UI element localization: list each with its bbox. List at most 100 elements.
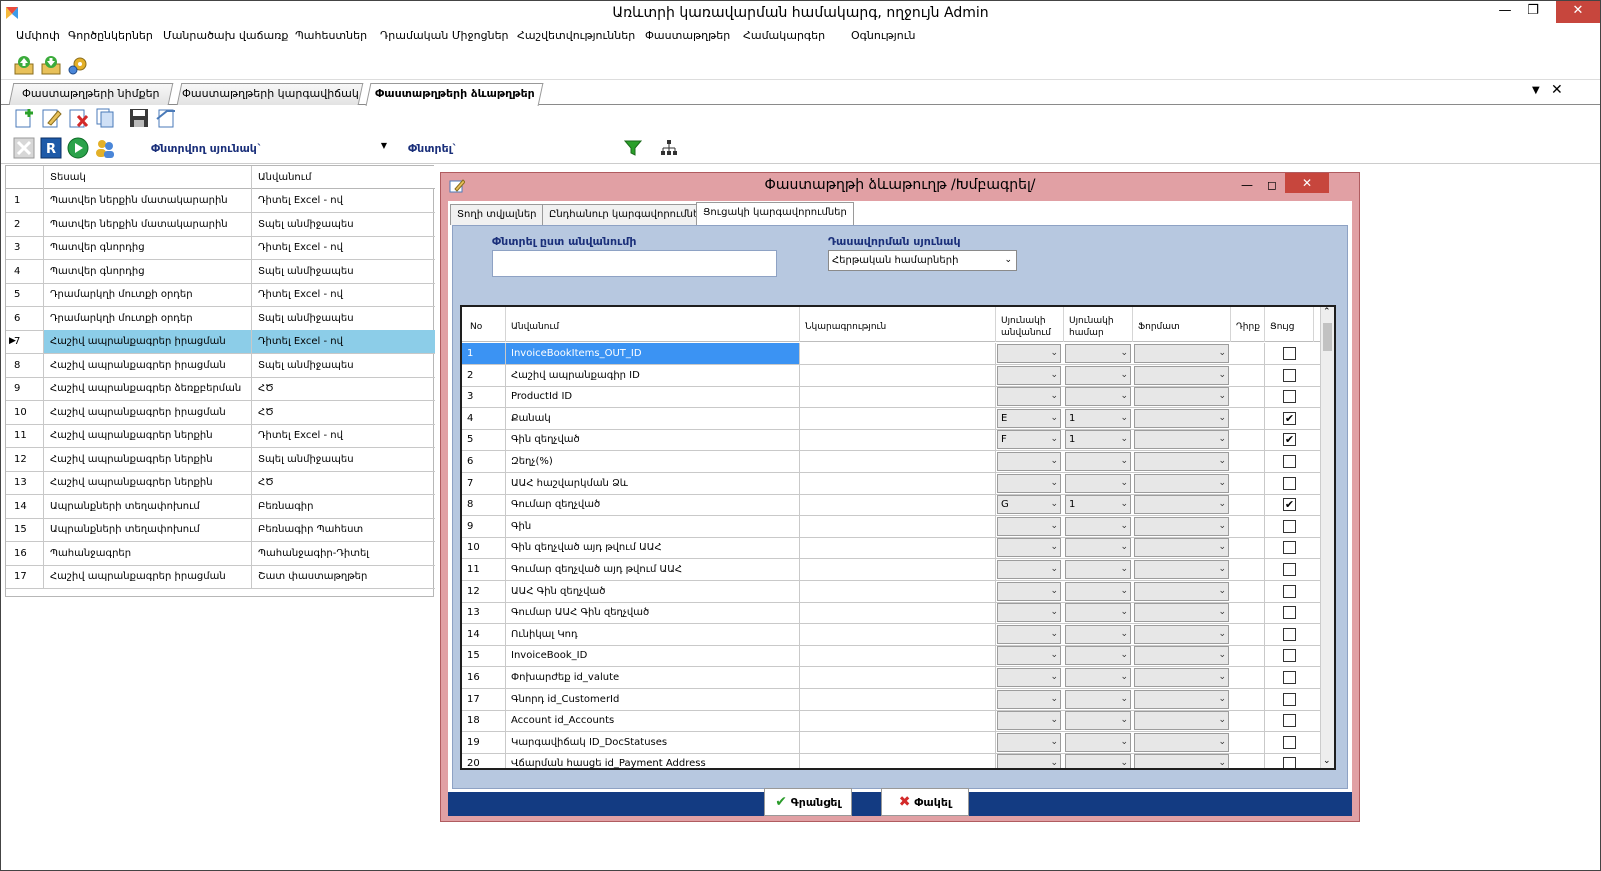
users-icon[interactable] [94,137,116,159]
header-no[interactable]: No [462,307,506,342]
format-combo[interactable]: ⌄ [1134,387,1229,407]
table-row[interactable]: 3 ProductId ID ⌄ ⌄ ⌄ [462,386,1334,409]
row-position[interactable] [1231,667,1265,688]
show-checkbox[interactable] [1283,627,1296,641]
format-combo[interactable]: ⌄ [1134,473,1229,493]
table-row[interactable]: 10 Հաշիվ ապրանքագրեր իրացման ՀԾ [6,400,435,425]
row-name[interactable]: ProductId ID [506,386,800,408]
row-position[interactable] [1231,580,1265,602]
column-name-combo[interactable]: ⌄ [997,516,1061,536]
sort-column-select[interactable]: Հերթական համարների ⌄ [828,250,1017,271]
column-number-combo[interactable]: ⌄ [1065,560,1131,579]
table-row[interactable]: 14 Ապրանքների տեղափոխում Բեռնագիր [6,494,435,519]
scroll-down-icon[interactable]: ⌄ [1323,756,1331,766]
row-name[interactable]: Գին զեղչված այդ թվում ԱԱՀ [506,537,800,559]
column-number-combo[interactable]: ⌄ [1065,689,1131,709]
column-number-combo[interactable]: ⌄ [1065,581,1131,601]
table-row[interactable]: 9 Հաշիվ ապրանքագրեր ձեռքբերման ՀԾ [6,377,435,401]
row-name[interactable]: InvoiceBookItems_OUT_ID [506,343,800,364]
column-number-combo[interactable]: ⌄ [1065,452,1131,471]
header-name[interactable]: Անվանում [506,307,800,342]
format-combo[interactable]: ⌄ [1134,711,1229,731]
table-row[interactable]: 4 Պատվեր գնորդից Տպել անմիջապես [6,259,435,284]
show-checkbox[interactable] [1283,692,1296,706]
format-combo[interactable]: ⌄ [1134,624,1229,644]
row-position[interactable] [1231,710,1265,732]
column-name-combo[interactable]: ⌄ [997,538,1061,558]
header-position[interactable]: Դիրք [1231,307,1265,342]
menu-item-summary[interactable]: Ամփոփ [16,29,60,42]
show-checkbox[interactable] [1283,735,1296,749]
row-position[interactable] [1231,559,1265,580]
row-name[interactable]: Գումար զեղչված այդ թվում ԱԱՀ [506,559,800,580]
tab-row-data[interactable]: Տողի տվյալներ [450,204,544,225]
column-name-combo[interactable]: ⌄ [997,711,1061,731]
row-position[interactable] [1231,386,1265,408]
tab-document-bases[interactable]: Փաստաթղթերի նիմքեր [8,83,174,105]
format-combo[interactable]: ⌄ [1134,689,1229,709]
row-description[interactable] [800,710,996,732]
edit-icon[interactable] [40,107,62,129]
row-name[interactable]: Գին [506,515,800,537]
table-row[interactable]: 11 Հաշիվ ապրանքագրեր ներքին Դիտել Excel - … [6,424,435,448]
format-combo[interactable]: ⌄ [1134,344,1229,363]
show-checkbox[interactable]: ✔ [1283,498,1296,512]
row-position[interactable] [1231,429,1265,451]
column-number-combo[interactable]: ⌄ [1065,387,1131,407]
row-name[interactable]: Վճարման հասցե id_Payment Address [506,753,800,768]
delete-icon[interactable] [67,107,89,129]
scroll-up-icon[interactable]: ⌃ [1323,307,1331,317]
row-position[interactable] [1231,731,1265,753]
column-number-combo[interactable]: ⌄ [1065,538,1131,558]
menu-item-cash[interactable]: Դրամական Միջոցներ [380,29,509,42]
row-name[interactable]: Գումար ԱԱՀ Գին զեղչված [506,602,800,624]
table-row[interactable]: 5 Գին զեղչված F ⌄ 1 ⌄ ⌄ ✔ [462,429,1334,452]
row-description[interactable] [800,753,996,768]
column-name-combo[interactable]: ⌄ [997,603,1061,623]
row-description[interactable] [800,731,996,753]
table-row[interactable]: 19 Կարգավիճակ ID_DocStatuses ⌄ ⌄ ⌄ [462,731,1334,754]
column-number-combo[interactable]: ⌄ [1065,624,1131,644]
row-description[interactable] [800,580,996,602]
format-combo[interactable]: ⌄ [1134,646,1229,666]
row-position[interactable] [1231,472,1265,494]
column-number-combo[interactable]: ⌄ [1065,516,1131,536]
format-combo[interactable]: ⌄ [1134,430,1229,450]
menu-item-retail[interactable]: Մանրածախ վաճառք [163,29,288,42]
row-name[interactable]: Զեղչ(%) [506,451,800,472]
clear-filter-icon[interactable] [13,137,35,159]
row-name[interactable]: Քանակ [506,407,800,429]
row-description[interactable] [800,407,996,429]
header-description[interactable]: Նկարագրություն [800,307,996,342]
column-number-combo[interactable]: ⌄ [1065,711,1131,731]
menu-item-documents[interactable]: Փաստաթղթեր [645,29,730,42]
column-name-combo[interactable]: E ⌄ [997,408,1061,428]
restore-button[interactable]: ❐ [1521,1,1545,23]
column-number-combo[interactable]: ⌄ [1065,668,1131,687]
row-description[interactable] [800,688,996,710]
row-description[interactable] [800,645,996,667]
grid-scrollbar[interactable]: ⌃ ⌄ [1320,307,1334,768]
column-name-combo[interactable]: ⌄ [997,387,1061,407]
column-name-combo[interactable]: F ⌄ [997,430,1061,450]
header-format[interactable]: Ֆորմատ [1133,307,1231,342]
table-row[interactable]: 15 Ապրանքների տեղափոխում Բեռնագիր Պահեստ [6,518,435,542]
table-row[interactable]: 7 ԱԱՀ հաշվարկման Ձև ⌄ ⌄ ⌄ [462,472,1334,495]
header-column-name[interactable]: Սյունակի անվանում [996,307,1064,342]
tab-document-statuses[interactable]: Փաստաթղթերի կարգավիճակ [176,83,364,105]
row-name[interactable]: Գումար զեղչված [506,494,800,516]
table-row[interactable]: 9 Գին ⌄ ⌄ ⌄ [462,515,1334,538]
row-position[interactable] [1231,451,1265,472]
column-name-combo[interactable]: ⌄ [997,473,1061,493]
show-checkbox[interactable] [1283,390,1296,404]
row-description[interactable] [800,667,996,688]
table-row[interactable]: 11 Գումար զեղչված այդ թվում ԱԱՀ ⌄ ⌄ ⌄ [462,559,1334,581]
column-number-combo[interactable]: ⌄ [1065,473,1131,493]
row-name[interactable]: Հաշիվ ապրանքագիր ID [506,364,800,386]
row-description[interactable] [800,559,996,580]
header-show[interactable]: Ցույց [1265,307,1314,342]
save-button[interactable]: ✔ Գրանցել [764,788,852,816]
row-position[interactable] [1231,407,1265,429]
menu-item-partners[interactable]: Գործընկերներ [68,29,153,42]
column-name-combo[interactable]: ⌄ [997,646,1061,666]
